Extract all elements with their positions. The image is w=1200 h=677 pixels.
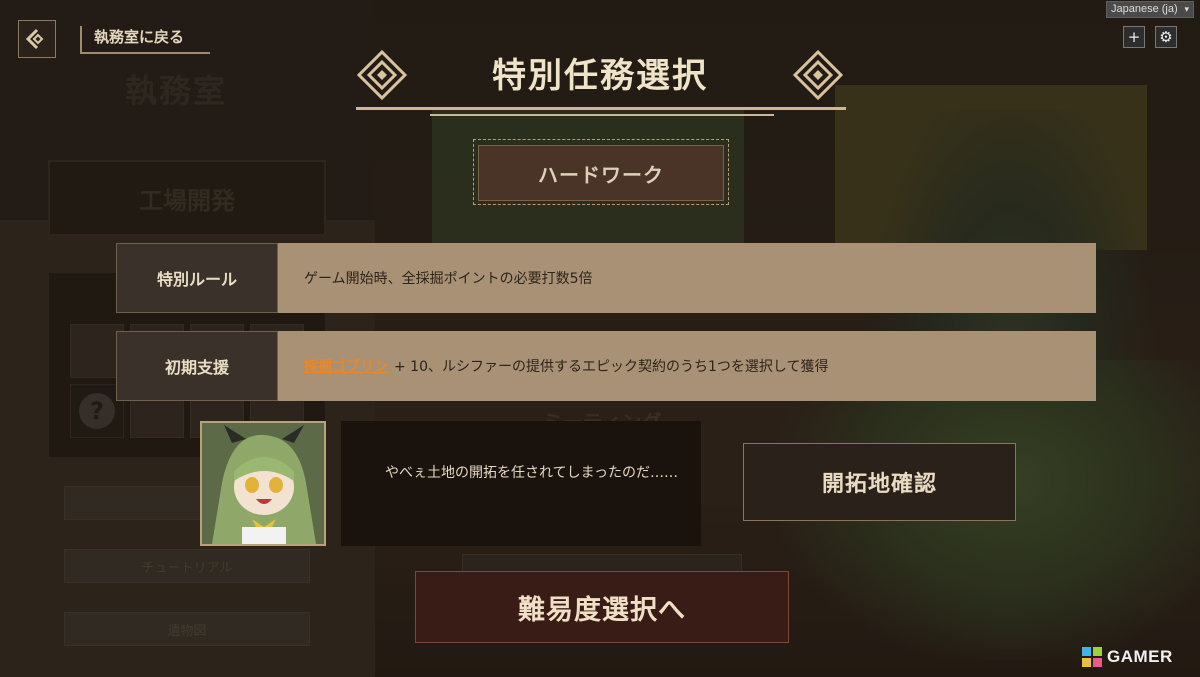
settings-button[interactable]: ⚙ — [1155, 26, 1177, 48]
difficulty-select-button[interactable]: 難易度選択へ — [415, 571, 789, 643]
rule-text-body: + 10、ルシファーの提供するエピック契約のうち1つを選択して獲得 — [394, 359, 829, 375]
language-select[interactable]: Japanese (ja) ▾ — [1106, 1, 1194, 18]
diamond-ornament-icon — [357, 50, 407, 100]
back-button[interactable] — [18, 20, 56, 58]
back-label[interactable]: 執務室に戻る — [80, 26, 210, 54]
caret-down-icon: ▾ — [1184, 4, 1189, 14]
mode-badge: ハードワーク — [478, 145, 724, 201]
rule-text: 採掘ゴブリン + 10、ルシファーの提供するエピック契約のうち1つを選択して獲得 — [278, 331, 1096, 401]
initial-support-row: 初期支援 採掘ゴブリン + 10、ルシファーの提供するエピック契約のうち1つを選… — [116, 331, 1096, 401]
rule-label: 特別ルール — [116, 243, 278, 313]
dialogue-box: やべぇ土地の開拓を任されてしまったのだ…… — [341, 421, 701, 546]
diamond-ornament-icon — [793, 50, 843, 100]
gamer-logo-icon — [1082, 647, 1102, 667]
header-divider — [356, 107, 846, 110]
mining-goblin-link[interactable]: 採掘ゴブリン — [304, 356, 388, 376]
gamer-watermark: GAMER — [1080, 645, 1173, 669]
header-divider — [430, 114, 774, 116]
dialogue-text: やべぇ土地の開拓を任されてしまったのだ…… — [385, 465, 679, 481]
page-title: 特別任務選択 — [492, 56, 708, 96]
character-portrait-art — [202, 423, 324, 544]
confirm-land-button[interactable]: 開拓地確認 — [743, 443, 1016, 521]
gear-icon: ⚙ — [1159, 28, 1173, 46]
language-select-value: Japanese (ja) — [1111, 3, 1178, 15]
rule-label: 初期支援 — [116, 331, 278, 401]
back-arrow-icon — [26, 28, 44, 50]
rule-text: ゲーム開始時、全採掘ポイントの必要打数5倍 — [304, 271, 593, 287]
character-portrait — [200, 421, 326, 546]
special-rule-row: 特別ルール ゲーム開始時、全採掘ポイントの必要打数5倍 — [116, 243, 1096, 313]
add-button[interactable]: + — [1123, 26, 1145, 48]
watermark-text: GAMER — [1107, 647, 1173, 666]
